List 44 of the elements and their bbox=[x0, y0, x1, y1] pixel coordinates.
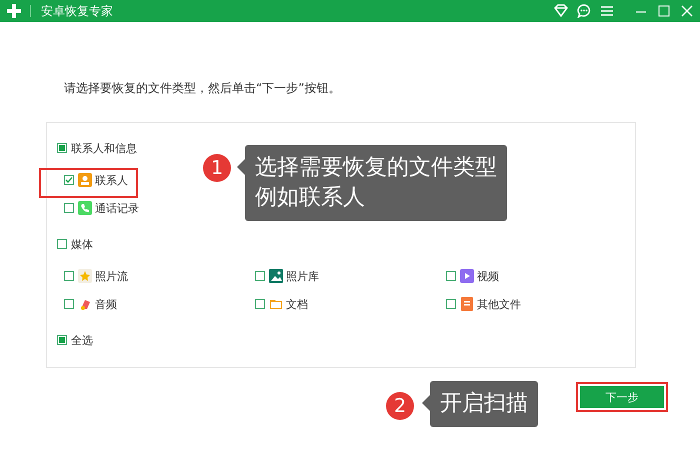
chat-icon[interactable] bbox=[577, 4, 591, 18]
window-title: 安卓恢复专家 bbox=[41, 2, 113, 20]
checkbox[interactable] bbox=[64, 203, 74, 213]
checkbox[interactable] bbox=[255, 299, 265, 309]
file-type-icon bbox=[269, 297, 283, 311]
checkbox[interactable] bbox=[57, 335, 67, 345]
file-type-label: 视频 bbox=[477, 268, 499, 284]
file-type-label: 文档 bbox=[286, 296, 308, 312]
file-type-icon bbox=[78, 201, 92, 215]
callout-text: 例如联系人 bbox=[255, 184, 366, 212]
file-type-icon bbox=[78, 269, 92, 283]
checkbox[interactable] bbox=[64, 271, 74, 281]
file-type-icon bbox=[78, 297, 92, 311]
instruction-text: 请选择要恢复的文件类型，然后单击“下一步”按钮。 bbox=[64, 80, 342, 97]
checkbox[interactable] bbox=[64, 175, 74, 185]
file-type-label: 通话记录 bbox=[95, 200, 139, 216]
step-number-badge: 1 bbox=[203, 154, 231, 182]
maximize-icon[interactable] bbox=[657, 4, 671, 18]
checkbox[interactable] bbox=[57, 143, 67, 153]
select-all-label: 全选 bbox=[71, 332, 93, 348]
close-icon[interactable] bbox=[680, 4, 694, 18]
callout-text: 开启扫描 bbox=[440, 390, 528, 418]
checkbox[interactable] bbox=[446, 299, 456, 309]
diamond-icon[interactable] bbox=[554, 4, 568, 18]
checkbox[interactable] bbox=[64, 299, 74, 309]
file-type-label: 音频 bbox=[95, 296, 117, 312]
file-type-label: 联系人 bbox=[95, 172, 128, 188]
file-type-label: 其他文件 bbox=[477, 296, 521, 312]
file-type-icon bbox=[460, 269, 474, 283]
checkbox[interactable] bbox=[255, 271, 265, 281]
file-type-label: 照片流 bbox=[95, 268, 128, 284]
menu-icon[interactable] bbox=[600, 4, 614, 18]
plus-logo-icon bbox=[6, 3, 22, 19]
file-type-icon bbox=[269, 269, 283, 283]
file-type-icon bbox=[460, 297, 474, 311]
checkbox[interactable] bbox=[446, 271, 456, 281]
file-type-icon bbox=[78, 173, 92, 187]
group-label: 联系人和信息 bbox=[71, 140, 137, 156]
step-number-badge: 2 bbox=[386, 392, 414, 420]
file-type-label: 照片库 bbox=[286, 268, 319, 284]
checkbox[interactable] bbox=[57, 239, 67, 249]
callout-text: 选择需要恢复的文件类型 bbox=[255, 154, 497, 182]
next-button[interactable]: 下一步 bbox=[580, 386, 664, 408]
group-label: 媒体 bbox=[71, 236, 93, 252]
